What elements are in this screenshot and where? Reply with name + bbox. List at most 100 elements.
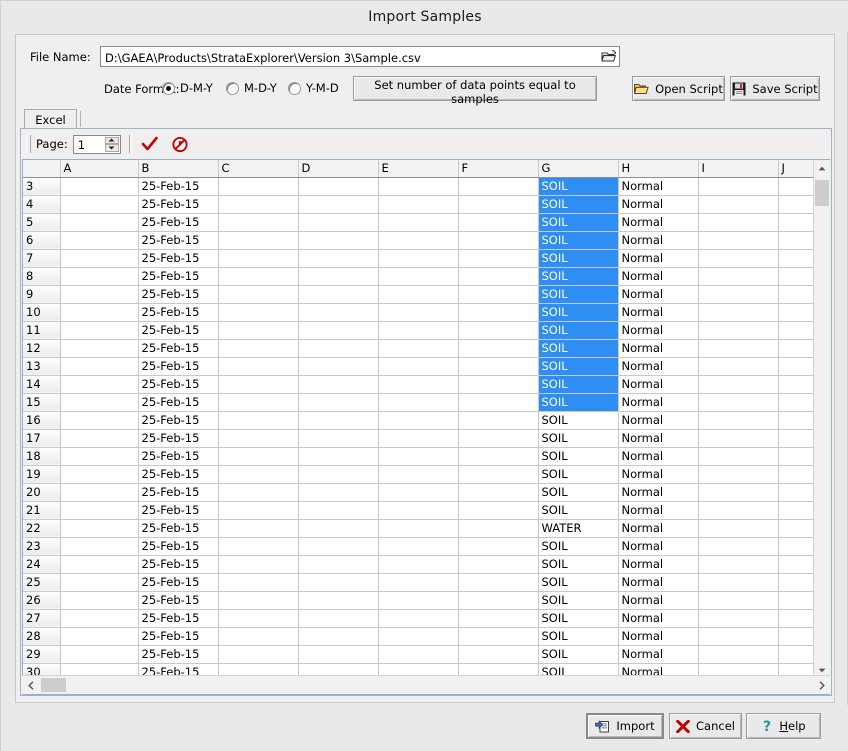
page-spin-down[interactable] (105, 144, 119, 152)
cell-I[interactable] (698, 465, 778, 483)
cell-A[interactable] (60, 483, 138, 501)
cell-B[interactable]: 25-Feb-15 (138, 393, 218, 411)
cell-G[interactable]: SOIL (538, 267, 618, 285)
row-header[interactable]: 28 (23, 627, 60, 645)
cell-F[interactable] (458, 465, 538, 483)
cell-C[interactable] (218, 591, 298, 609)
cell-A[interactable] (60, 267, 138, 285)
cell-C[interactable] (218, 627, 298, 645)
cell-D[interactable] (298, 267, 378, 285)
cell-F[interactable] (458, 375, 538, 393)
cell-D[interactable] (298, 429, 378, 447)
cell-I[interactable] (698, 645, 778, 663)
cell-A[interactable] (60, 573, 138, 591)
cell-G[interactable]: SOIL (538, 357, 618, 375)
cell-C[interactable] (218, 321, 298, 339)
table-row[interactable]: 2125-Feb-15SOILNormal (23, 501, 830, 519)
cell-F[interactable] (458, 447, 538, 465)
row-header[interactable]: 27 (23, 609, 60, 627)
cell-E[interactable] (378, 645, 458, 663)
row-header[interactable]: 22 (23, 519, 60, 537)
table-row[interactable]: 2725-Feb-15SOILNormal (23, 609, 830, 627)
cell-H[interactable]: Normal (618, 573, 698, 591)
cell-F[interactable] (458, 231, 538, 249)
row-header[interactable]: 7 (23, 249, 60, 267)
cancel-button[interactable]: Cancel (669, 713, 742, 739)
col-header-C[interactable]: C (218, 160, 298, 177)
save-script-button[interactable]: Save Script (730, 76, 820, 101)
row-header[interactable]: 23 (23, 537, 60, 555)
row-header[interactable]: 5 (23, 213, 60, 231)
cell-D[interactable] (298, 573, 378, 591)
row-header[interactable]: 26 (23, 591, 60, 609)
cell-E[interactable] (378, 195, 458, 213)
grid-horizontal-scrollbar[interactable] (22, 675, 830, 694)
cell-C[interactable] (218, 177, 298, 195)
cell-E[interactable] (378, 555, 458, 573)
cell-C[interactable] (218, 465, 298, 483)
table-row[interactable]: 2225-Feb-15WATERNormal (23, 519, 830, 537)
row-header[interactable]: 3 (23, 177, 60, 195)
cell-G[interactable]: SOIL (538, 213, 618, 231)
cell-H[interactable]: Normal (618, 501, 698, 519)
cell-G[interactable]: SOIL (538, 177, 618, 195)
cell-F[interactable] (458, 285, 538, 303)
cell-B[interactable]: 25-Feb-15 (138, 213, 218, 231)
cell-A[interactable] (60, 609, 138, 627)
cell-A[interactable] (60, 249, 138, 267)
table-row[interactable]: 2825-Feb-15SOILNormal (23, 627, 830, 645)
cell-D[interactable] (298, 321, 378, 339)
cell-G[interactable]: SOIL (538, 375, 618, 393)
radio-mdy[interactable]: M-D-Y (226, 81, 277, 95)
cell-C[interactable] (218, 573, 298, 591)
row-header[interactable]: 6 (23, 231, 60, 249)
cell-C[interactable] (218, 375, 298, 393)
radio-ymd[interactable]: Y-M-D (288, 81, 339, 95)
cell-F[interactable] (458, 555, 538, 573)
cell-D[interactable] (298, 285, 378, 303)
cell-I[interactable] (698, 195, 778, 213)
cell-B[interactable]: 25-Feb-15 (138, 321, 218, 339)
cell-D[interactable] (298, 501, 378, 519)
cell-E[interactable] (378, 177, 458, 195)
cell-B[interactable]: 25-Feb-15 (138, 627, 218, 645)
cell-E[interactable] (378, 267, 458, 285)
cell-D[interactable] (298, 483, 378, 501)
cell-D[interactable] (298, 213, 378, 231)
row-header[interactable]: 17 (23, 429, 60, 447)
grid-vertical-scrollbar[interactable] (813, 160, 830, 678)
table-row[interactable]: 1325-Feb-15SOILNormal (23, 357, 830, 375)
cell-D[interactable] (298, 537, 378, 555)
cell-C[interactable] (218, 195, 298, 213)
row-header[interactable]: 16 (23, 411, 60, 429)
cell-B[interactable]: 25-Feb-15 (138, 447, 218, 465)
cell-G[interactable]: WATER (538, 519, 618, 537)
radio-dmy[interactable]: D-M-Y (162, 81, 213, 95)
cell-B[interactable]: 25-Feb-15 (138, 555, 218, 573)
cell-B[interactable]: 25-Feb-15 (138, 645, 218, 663)
cell-F[interactable] (458, 411, 538, 429)
cell-E[interactable] (378, 465, 458, 483)
row-header[interactable]: 14 (23, 375, 60, 393)
cell-H[interactable]: Normal (618, 411, 698, 429)
cell-B[interactable]: 25-Feb-15 (138, 429, 218, 447)
cell-H[interactable]: Normal (618, 303, 698, 321)
cell-B[interactable]: 25-Feb-15 (138, 537, 218, 555)
cell-G[interactable]: SOIL (538, 447, 618, 465)
table-row[interactable]: 1225-Feb-15SOILNormal (23, 339, 830, 357)
cell-G[interactable]: SOIL (538, 249, 618, 267)
row-header[interactable]: 29 (23, 645, 60, 663)
table-row[interactable]: 725-Feb-15SOILNormal (23, 249, 830, 267)
cell-H[interactable]: Normal (618, 267, 698, 285)
table-row[interactable]: 925-Feb-15SOILNormal (23, 285, 830, 303)
cell-I[interactable] (698, 429, 778, 447)
cell-G[interactable]: SOIL (538, 393, 618, 411)
cell-D[interactable] (298, 357, 378, 375)
cell-I[interactable] (698, 321, 778, 339)
cell-G[interactable]: SOIL (538, 501, 618, 519)
cell-G[interactable]: SOIL (538, 645, 618, 663)
cell-F[interactable] (458, 573, 538, 591)
cell-D[interactable] (298, 519, 378, 537)
table-row[interactable]: 2325-Feb-15SOILNormal (23, 537, 830, 555)
cell-D[interactable] (298, 609, 378, 627)
